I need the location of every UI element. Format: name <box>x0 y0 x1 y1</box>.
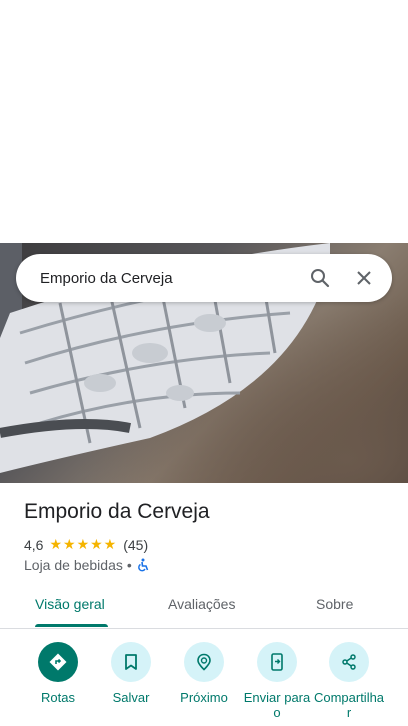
search-query[interactable]: Emporio da Cerveja <box>40 270 298 287</box>
place-tabs: Visão geral Avaliações Sobre <box>0 584 408 629</box>
category-row: Loja de bebidas • <box>24 557 150 573</box>
tab-reviews[interactable]: Avaliações <box>168 596 235 612</box>
star-rating: ★★★★★ <box>49 536 118 552</box>
rating-row[interactable]: 4,6 ★★★★★ (45) <box>24 536 148 553</box>
wheelchair-icon <box>136 558 150 572</box>
action-buttons: Rotas Salvar Próximo Enviar para o Compa… <box>0 642 408 726</box>
active-tab-indicator <box>35 624 108 627</box>
separator: • <box>126 557 132 573</box>
send-to-phone-label: Enviar para o <box>243 690 311 720</box>
tab-about[interactable]: Sobre <box>316 596 353 612</box>
directions-label: Rotas <box>41 690 75 705</box>
search-icon[interactable] <box>298 256 342 300</box>
bookmark-icon <box>111 642 151 682</box>
nearby-pin-icon <box>184 642 224 682</box>
save-label: Salvar <box>112 690 150 705</box>
share-button[interactable]: Compartilha r <box>311 642 387 720</box>
send-to-phone-button[interactable]: Enviar para o <box>239 642 315 720</box>
rating-value: 4,6 <box>24 536 44 553</box>
place-category: Loja de bebidas <box>24 557 123 573</box>
review-count[interactable]: (45) <box>123 537 148 553</box>
save-button[interactable]: Salvar <box>93 642 169 705</box>
search-bar[interactable]: Emporio da Cerveja <box>16 254 392 302</box>
nearby-label: Próximo <box>180 690 228 705</box>
nearby-button[interactable]: Próximo <box>166 642 242 705</box>
phone-icon <box>257 642 297 682</box>
share-label: Compartilha r <box>313 690 385 720</box>
directions-button[interactable]: Rotas <box>20 642 96 705</box>
close-icon[interactable] <box>342 256 386 300</box>
share-icon <box>329 642 369 682</box>
tab-overview[interactable]: Visão geral <box>35 596 105 612</box>
place-name: Emporio da Cerveja <box>24 500 210 523</box>
directions-icon <box>38 642 78 682</box>
